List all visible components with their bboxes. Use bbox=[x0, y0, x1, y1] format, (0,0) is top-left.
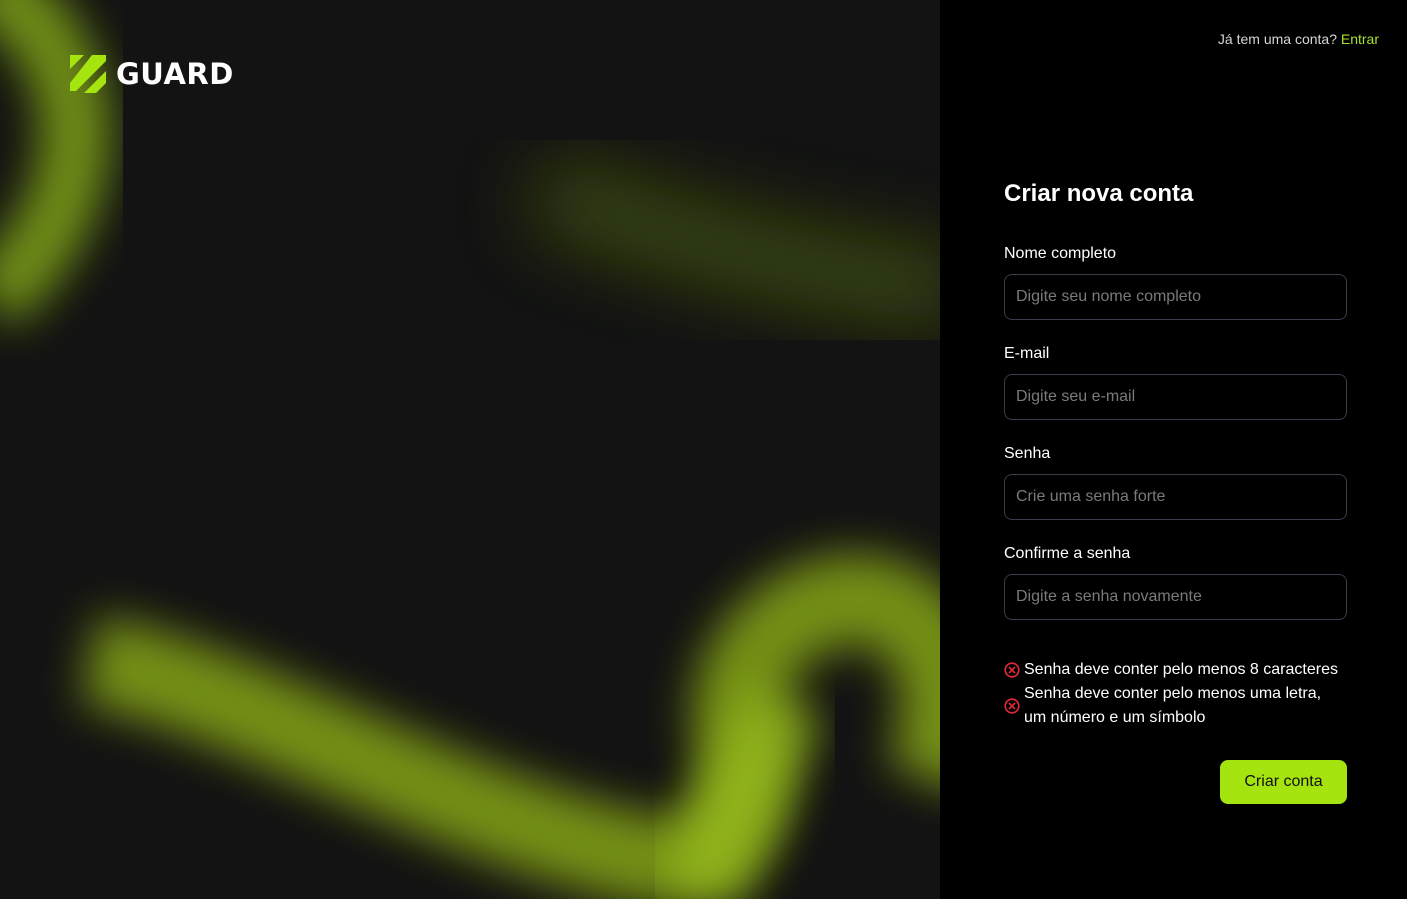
submit-row: Criar conta bbox=[1004, 760, 1347, 804]
email-field: E-mail bbox=[1004, 344, 1347, 420]
signup-form: Criar nova conta Nome completo E-mail Se… bbox=[1004, 180, 1347, 804]
create-account-button[interactable]: Criar conta bbox=[1220, 760, 1347, 804]
confirm-password-input[interactable] bbox=[1004, 574, 1347, 620]
signup-page: GUARD Já tem uma conta? Entrar Criar nov… bbox=[0, 0, 1407, 899]
email-label: E-mail bbox=[1004, 345, 1050, 362]
full-name-label: Nome completo bbox=[1004, 245, 1117, 262]
login-prompt: Já tem uma conta? Entrar bbox=[1218, 31, 1379, 47]
confirm-password-field: Confirme a senha bbox=[1004, 544, 1347, 620]
password-rule-text: Senha deve conter pelo menos 8 caractere… bbox=[1024, 661, 1338, 678]
password-field: Senha bbox=[1004, 444, 1347, 520]
shield-stripes-icon bbox=[70, 55, 106, 93]
hero-panel: GUARD bbox=[0, 0, 940, 899]
form-title: Criar nova conta bbox=[1004, 180, 1194, 207]
signup-panel: Já tem uma conta? Entrar Criar nova cont… bbox=[940, 0, 1407, 899]
password-rules: Senha deve conter pelo menos 8 caractere… bbox=[1004, 658, 1347, 730]
password-rule-complexity: Senha deve conter pelo menos uma letra, … bbox=[1004, 682, 1347, 730]
password-rule-text: Senha deve conter pelo menos uma letra, … bbox=[1024, 685, 1322, 726]
login-link[interactable]: Entrar bbox=[1341, 31, 1379, 47]
confirm-password-label: Confirme a senha bbox=[1004, 545, 1131, 562]
hero-background-graphic bbox=[0, 0, 940, 899]
login-prompt-text: Já tem uma conta? bbox=[1217, 31, 1337, 47]
password-rule-length: Senha deve conter pelo menos 8 caractere… bbox=[1004, 658, 1347, 682]
brand-logo[interactable]: GUARD bbox=[70, 55, 234, 93]
brand-name: GUARD bbox=[116, 57, 234, 91]
full-name-input[interactable] bbox=[1004, 274, 1347, 320]
full-name-field: Nome completo bbox=[1004, 244, 1347, 320]
password-label: Senha bbox=[1004, 445, 1051, 462]
password-input[interactable] bbox=[1004, 474, 1347, 520]
email-input[interactable] bbox=[1004, 374, 1347, 420]
error-circle-icon bbox=[1004, 662, 1020, 678]
error-circle-icon bbox=[1004, 698, 1020, 714]
